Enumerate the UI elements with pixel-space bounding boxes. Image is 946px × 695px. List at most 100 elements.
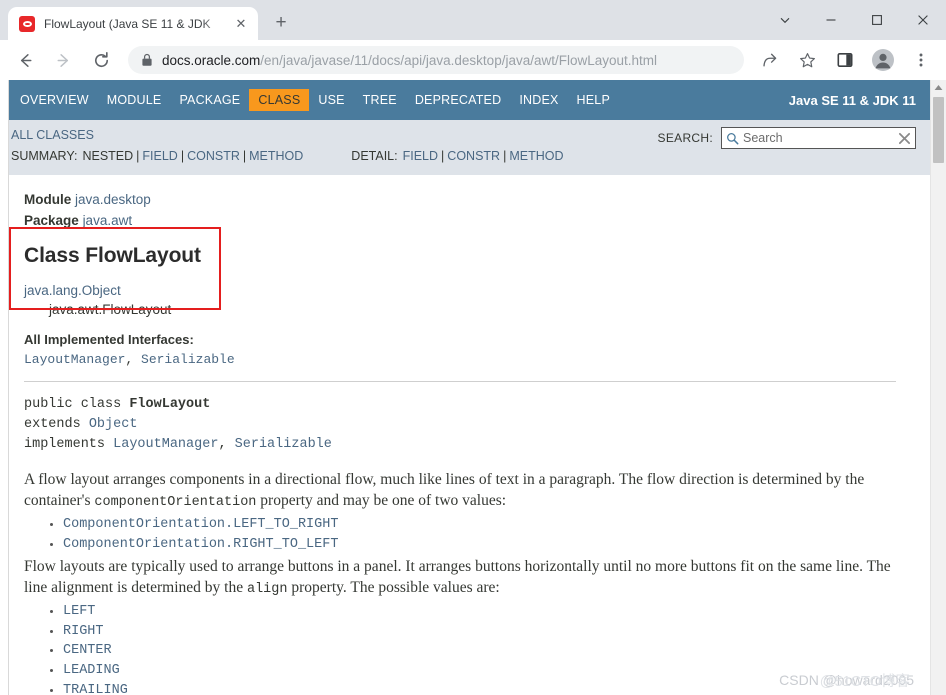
interface-link-serializable[interactable]: Serializable bbox=[141, 352, 235, 367]
scroll-up-arrow-icon[interactable] bbox=[931, 80, 946, 95]
browser-window: FlowLayout (Java SE 11 & JDK ✕ + docs.or… bbox=[0, 0, 946, 695]
summary-item-field[interactable]: FIELD bbox=[142, 149, 177, 163]
address-bar-url: docs.oracle.com/en/java/javase/11/docs/a… bbox=[162, 53, 657, 68]
page-left-edge bbox=[0, 80, 9, 695]
signature-line-2: extends Object bbox=[24, 415, 910, 435]
profile-avatar[interactable] bbox=[868, 45, 898, 75]
description-p1-text-b: property and may be one of two values: bbox=[256, 492, 507, 509]
tab-title: FlowLayout (Java SE 11 & JDK bbox=[44, 16, 211, 31]
window-controls bbox=[762, 0, 946, 40]
address-bar[interactable]: docs.oracle.com/en/java/javase/11/docs/a… bbox=[128, 46, 744, 74]
summary-label: SUMMARY: bbox=[11, 149, 78, 163]
nav-link-tree[interactable]: TREE bbox=[354, 89, 406, 111]
lock-icon bbox=[141, 53, 153, 67]
javadoc-content: Module java.desktop Package java.awt Cla… bbox=[0, 175, 930, 695]
oracle-favicon-icon bbox=[19, 15, 35, 32]
implemented-interfaces-heading: All Implemented Interfaces: bbox=[24, 332, 194, 347]
interface-link-layoutmanager[interactable]: LayoutManager bbox=[24, 352, 125, 367]
implemented-interfaces-list: LayoutManager, Serializable bbox=[24, 352, 235, 367]
minimize-icon[interactable] bbox=[808, 4, 854, 36]
search-input[interactable]: Search bbox=[721, 127, 916, 149]
page-scrollbar[interactable] bbox=[930, 80, 946, 695]
share-icon[interactable] bbox=[754, 45, 784, 75]
chrome-menu-icon[interactable] bbox=[906, 45, 936, 75]
back-icon[interactable] bbox=[10, 45, 40, 75]
side-panel-icon[interactable] bbox=[830, 45, 860, 75]
tab-strip: FlowLayout (Java SE 11 & JDK ✕ + bbox=[0, 7, 295, 40]
inheritance-tree: java.lang.Object java.awt.FlowLayout bbox=[24, 281, 910, 319]
signature-interface-layoutmanager[interactable]: LayoutManager bbox=[113, 437, 218, 452]
reload-icon[interactable] bbox=[86, 45, 116, 75]
javadoc-nav-links: OVERVIEW MODULE PACKAGE CLASS USE TREE D… bbox=[11, 89, 619, 111]
javadoc-version-title: Java SE 11 & JDK 11 bbox=[788, 92, 916, 108]
summary-detail-bar: SUMMARY: NESTED | FIELD | CONSTR | METHO… bbox=[11, 149, 564, 163]
detail-label: DETAIL: bbox=[351, 149, 398, 163]
javadoc-page: OVERVIEW MODULE PACKAGE CLASS USE TREE D… bbox=[0, 80, 930, 695]
tab-close-icon[interactable]: ✕ bbox=[232, 15, 250, 33]
title-bar: FlowLayout (Java SE 11 & JDK ✕ + bbox=[0, 0, 946, 40]
divider bbox=[24, 381, 896, 382]
signature-implements-keyword: implements bbox=[24, 437, 114, 452]
detail-item-constr[interactable]: CONSTR bbox=[447, 149, 500, 163]
browser-toolbar: docs.oracle.com/en/java/javase/11/docs/a… bbox=[0, 40, 946, 80]
summary-item-constr[interactable]: CONSTR bbox=[187, 149, 240, 163]
nav-link-deprecated[interactable]: DEPRECATED bbox=[406, 89, 511, 111]
orientation-values-list: ComponentOrientation.LEFT_TO_RIGHT Compo… bbox=[24, 515, 910, 554]
signature-class-name: FlowLayout bbox=[129, 397, 211, 412]
magnifier-icon bbox=[726, 132, 739, 145]
javadoc-sub-nav: ALL CLASSES SUMMARY: NESTED | FIELD | CO… bbox=[0, 120, 930, 175]
list-item: ComponentOrientation.LEFT_TO_RIGHT bbox=[50, 515, 910, 535]
inheritance-level-1[interactable]: java.lang.Object bbox=[24, 281, 910, 300]
page-viewport: OVERVIEW MODULE PACKAGE CLASS USE TREE D… bbox=[0, 80, 946, 695]
align-values-list: LEFT RIGHT CENTER LEADING TRAILING bbox=[24, 602, 910, 695]
nav-link-module[interactable]: MODULE bbox=[98, 89, 171, 111]
nav-link-use[interactable]: USE bbox=[309, 89, 353, 111]
module-line: Module java.desktop bbox=[24, 189, 910, 210]
watermark-background-text: @51CTO博客 bbox=[819, 674, 910, 690]
url-path: /en/java/javase/11/docs/api/java.desktop… bbox=[260, 52, 658, 68]
page-title: Class FlowLayout bbox=[24, 244, 201, 267]
signature-modifier: public class bbox=[24, 397, 130, 412]
close-icon[interactable] bbox=[900, 4, 946, 36]
signature-superclass-link[interactable]: Object bbox=[89, 417, 138, 432]
module-label: Module bbox=[24, 192, 72, 207]
browser-tab[interactable]: FlowLayout (Java SE 11 & JDK ✕ bbox=[8, 7, 258, 40]
all-classes-link[interactable]: ALL CLASSES bbox=[11, 128, 94, 142]
nav-link-index[interactable]: INDEX bbox=[510, 89, 567, 111]
watermark: @51CTO博客 CSDN @howard2005 bbox=[779, 672, 914, 690]
search-placeholder-text: Search bbox=[743, 131, 783, 145]
search-area: SEARCH: Search bbox=[658, 127, 916, 149]
class-signature: public class FlowLayout extends Object i… bbox=[24, 395, 910, 455]
summary-item-method[interactable]: METHOD bbox=[249, 149, 303, 163]
signature-line-3: implements LayoutManager, Serializable bbox=[24, 437, 332, 452]
nav-link-help[interactable]: HELP bbox=[568, 89, 619, 111]
list-item: CENTER bbox=[50, 641, 910, 661]
list-item: RIGHT bbox=[50, 622, 910, 642]
maximize-icon[interactable] bbox=[854, 4, 900, 36]
nav-link-overview[interactable]: OVERVIEW bbox=[11, 89, 98, 111]
signature-line-1: public class FlowLayout bbox=[24, 395, 910, 415]
scrollbar-thumb[interactable] bbox=[933, 97, 944, 163]
javadoc-top-nav: OVERVIEW MODULE PACKAGE CLASS USE TREE D… bbox=[0, 80, 930, 120]
description-p1-code: componentOrientation bbox=[94, 495, 257, 510]
new-tab-button[interactable]: + bbox=[267, 9, 295, 37]
forward-icon[interactable] bbox=[48, 45, 78, 75]
detail-item-field[interactable]: FIELD bbox=[403, 149, 438, 163]
module-link[interactable]: java.desktop bbox=[75, 192, 151, 207]
nav-link-package[interactable]: PACKAGE bbox=[170, 89, 249, 111]
package-link[interactable]: java.awt bbox=[83, 213, 133, 228]
description-paragraph-1: A flow layout arranges components in a d… bbox=[24, 469, 894, 513]
clear-icon[interactable] bbox=[898, 132, 911, 145]
detail-item-method[interactable]: METHOD bbox=[509, 149, 563, 163]
signature-interface-serializable[interactable]: Serializable bbox=[235, 437, 332, 452]
bookmark-star-icon[interactable] bbox=[792, 45, 822, 75]
list-item: LEFT bbox=[50, 602, 910, 622]
list-item: ComponentOrientation.RIGHT_TO_LEFT bbox=[50, 535, 910, 555]
description-p2-text-b: property. The possible values are: bbox=[287, 579, 500, 597]
description-paragraph-2: Flow layouts are typically used to arran… bbox=[24, 556, 894, 600]
tab-search-chevron-down-icon[interactable] bbox=[762, 4, 808, 36]
search-label: SEARCH: bbox=[657, 131, 713, 145]
package-line: Package java.awt bbox=[24, 210, 910, 231]
nav-link-class[interactable]: CLASS bbox=[249, 89, 310, 111]
package-label: Package bbox=[24, 213, 79, 228]
